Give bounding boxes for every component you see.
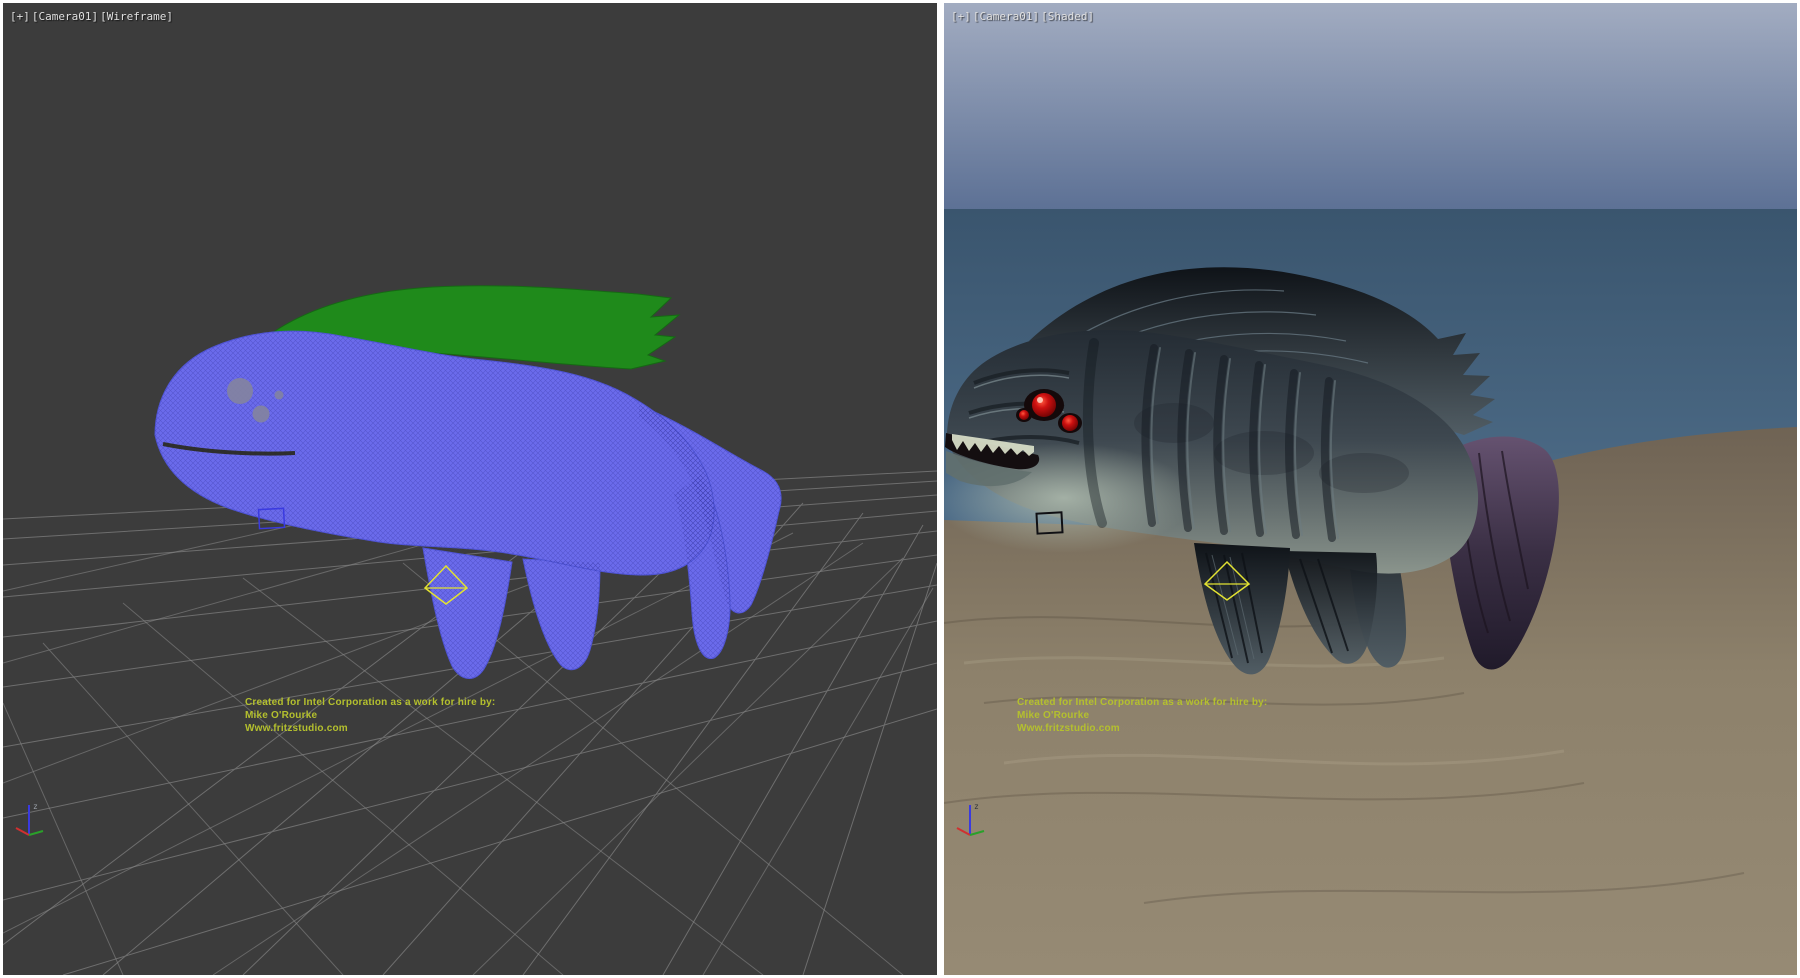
credit-line-2: Mike O'Rourke [1017, 709, 1267, 722]
viewport-splitter[interactable] [937, 0, 944, 978]
wireframe-scene [3, 3, 937, 975]
viewport-plus-menu[interactable]: [+] [10, 10, 30, 23]
credit-line-2: Mike O'Rourke [245, 709, 495, 722]
viewport-shaded[interactable]: [+] [Camera01] [Shaded] [944, 3, 1797, 975]
viewport-camera-menu[interactable]: [Camera01] [32, 10, 98, 23]
axis-z-label: z [974, 802, 979, 811]
credit-line-3: Www.fritzstudio.com [1017, 722, 1267, 735]
viewport-menu-wireframe: [+] [Camera01] [Wireframe] [10, 10, 173, 23]
credit-annotation: Created for Intel Corporation as a work … [1017, 696, 1267, 735]
credit-annotation: Created for Intel Corporation as a work … [245, 696, 495, 735]
credit-line-1: Created for Intel Corporation as a work … [245, 696, 495, 709]
dual-viewport-stage: [+] [Camera01] [Wireframe] [0, 0, 1800, 978]
world-axis-tripod-icon: z [954, 795, 998, 841]
shaded-scene [944, 3, 1797, 975]
viewport-wireframe[interactable]: [+] [Camera01] [Wireframe] [3, 3, 937, 975]
viewport-shading-menu[interactable]: [Wireframe] [100, 10, 173, 23]
viewport-plus-menu[interactable]: [+] [951, 10, 971, 23]
credit-line-3: Www.fritzstudio.com [245, 722, 495, 735]
credit-line-1: Created for Intel Corporation as a work … [1017, 696, 1267, 709]
fish-model-wireframe[interactable] [155, 286, 781, 679]
world-axis-tripod-icon: z [13, 795, 57, 841]
viewport-shading-menu[interactable]: [Shaded] [1041, 10, 1094, 23]
viewport-camera-menu[interactable]: [Camera01] [973, 10, 1039, 23]
axis-z-label: z [33, 802, 38, 811]
viewport-menu-shaded: [+] [Camera01] [Shaded] [951, 10, 1094, 23]
